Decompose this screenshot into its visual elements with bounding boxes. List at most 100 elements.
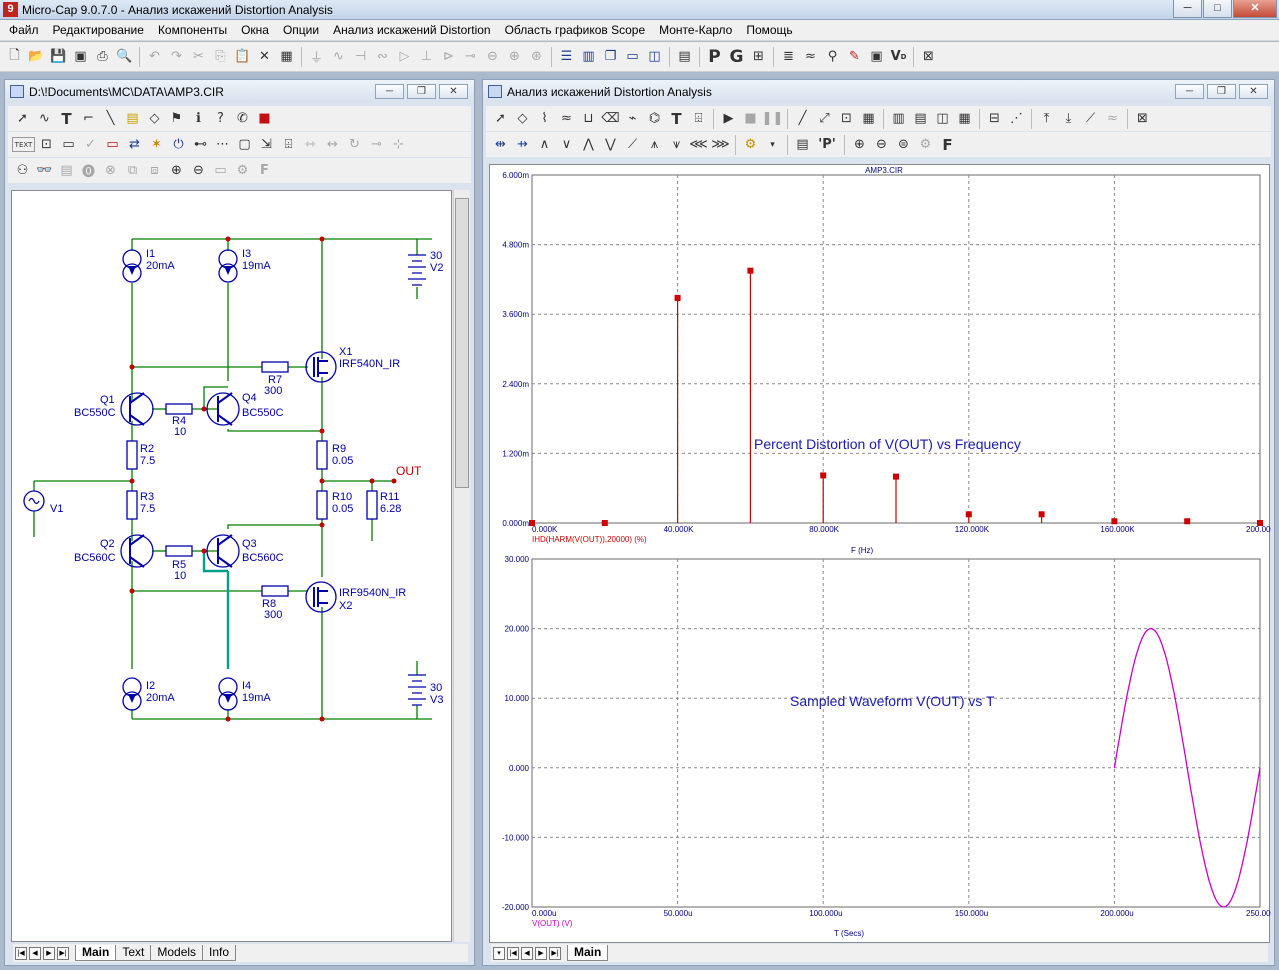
waveform-icon[interactable]: ≈ — [800, 46, 821, 67]
waveform-icon[interactable]: ≈ — [556, 108, 577, 129]
cursor-icon[interactable]: ⇲ — [256, 134, 277, 155]
slope-icon[interactable]: ⟋ — [1080, 108, 1101, 129]
ground-icon[interactable]: ⏚ — [306, 46, 327, 67]
power-display-icon[interactable]: ✓ — [80, 134, 101, 155]
scroll-down-button[interactable]: ▾ — [493, 946, 505, 960]
last-page-button[interactable]: ▶| — [57, 946, 69, 960]
bus-icon[interactable]: ▤ — [122, 108, 143, 129]
probe-p-icon[interactable]: 'P' — [814, 134, 840, 155]
schematic-canvas[interactable]: I1 20mA I3 19mA 30 V2 X1 IRF540N_IR R7 3… — [11, 190, 452, 942]
analysis-minimize-button[interactable]: ─ — [1175, 84, 1204, 99]
property-p-icon[interactable]: P — [704, 46, 725, 67]
current-direction-icon[interactable]: ⇄ — [124, 134, 145, 155]
menu-distortion[interactable]: Анализ искажений Distortion — [326, 23, 498, 37]
graphics-icon[interactable]: ◇ — [144, 108, 165, 129]
font-icon[interactable]: F — [254, 160, 275, 181]
menu-scope[interactable]: Область графиков Scope — [498, 23, 653, 37]
token-icon[interactable]: ⋰ — [1006, 108, 1027, 129]
current-source-icon[interactable]: ⊛ — [526, 46, 547, 67]
inflection-icon[interactable]: ⋘ — [688, 134, 709, 155]
diode-icon[interactable]: ▷ — [394, 46, 415, 67]
print-icon[interactable]: ⎙ — [92, 46, 113, 67]
next-page-button[interactable]: ▶ — [535, 946, 547, 960]
pause-icon[interactable]: ❚❚ — [762, 108, 784, 129]
delete-icon[interactable]: ✕ — [254, 46, 275, 67]
pin-marker-icon[interactable]: ⊷ — [190, 134, 211, 155]
zoom-region-icon[interactable]: ⊜ — [893, 134, 914, 155]
high-find-icon[interactable]: ⩚ — [644, 134, 665, 155]
prev-page-button[interactable]: ◀ — [521, 946, 533, 960]
wire-icon[interactable]: ∿ — [34, 108, 55, 129]
pen-icon[interactable]: ✎ — [844, 46, 865, 67]
global-high-icon[interactable]: ⋙ — [710, 134, 731, 155]
select-arrow-icon[interactable]: ➚ — [490, 108, 511, 129]
step-icon[interactable]: ⊸ — [366, 134, 387, 155]
graphics-icon[interactable]: ◇ — [512, 108, 533, 129]
cursor-right-icon[interactable]: ⇸ — [512, 134, 533, 155]
first-page-button[interactable]: |◀ — [15, 946, 27, 960]
animate-icon[interactable]: ⊠ — [1132, 108, 1153, 129]
transistor-icon[interactable]: ⊳ — [438, 46, 459, 67]
horizontal-tag-icon[interactable]: ⌁ — [622, 108, 643, 129]
stepping-icon[interactable]: ⚙ — [740, 134, 761, 155]
prev-page-button[interactable]: ◀ — [29, 946, 41, 960]
stop-icon[interactable]: ■ — [254, 108, 275, 129]
valley-icon[interactable]: ⤓ — [1058, 108, 1079, 129]
tab-main[interactable]: Main — [567, 945, 609, 961]
dropdown-arrow-icon[interactable]: ▾ — [762, 134, 783, 155]
valley-find-icon[interactable]: ∨ — [556, 134, 577, 155]
zoom-in-icon[interactable]: ⊕ — [849, 134, 870, 155]
find-icon[interactable]: ⚇ — [12, 160, 33, 181]
properties-icon[interactable]: ⌹ — [278, 134, 299, 155]
cursor-left-icon[interactable]: ⇹ — [490, 134, 511, 155]
menu-monte-carlo[interactable]: Монте-Карло — [652, 23, 739, 37]
rotate-icon[interactable]: ↻ — [344, 134, 365, 155]
border-icon[interactable]: ▢ — [234, 134, 255, 155]
voltage-source-icon[interactable]: ⊕ — [504, 46, 525, 67]
next-page-button[interactable]: ▶ — [43, 946, 55, 960]
grid-icon[interactable]: ▦ — [858, 108, 879, 129]
text-tool-icon[interactable]: T — [56, 108, 77, 129]
linear-scale-icon[interactable]: ╱ — [792, 108, 813, 129]
grid-icon[interactable]: ⋯ — [212, 134, 233, 155]
save-icon[interactable]: 💾 — [48, 46, 69, 67]
resistor-icon[interactable]: ∿ — [328, 46, 349, 67]
voltage-drop-icon[interactable]: VD — [888, 46, 909, 67]
vertical-tag-icon[interactable]: ⌬ — [644, 108, 665, 129]
tile-horizontal-icon[interactable]: ☰ — [556, 46, 577, 67]
high-icon[interactable]: ≈ — [1102, 108, 1123, 129]
gear-icon[interactable]: ⚙ — [915, 134, 936, 155]
binoculars-icon[interactable]: 👓 — [34, 160, 55, 181]
redo-icon[interactable]: ↷ — [166, 46, 187, 67]
switch-icon[interactable]: ⊸ — [460, 46, 481, 67]
properties-icon[interactable]: ⌹ — [688, 108, 709, 129]
tile-vertical-icon[interactable]: ▥ — [578, 46, 599, 67]
group-icon[interactable]: ⧉ — [122, 160, 143, 181]
cut-icon[interactable]: ✂ — [188, 46, 209, 67]
window-icon[interactable]: ▭ — [622, 46, 643, 67]
undo-icon[interactable]: ↶ — [144, 46, 165, 67]
probe-icon[interactable]: ⚲ — [822, 46, 843, 67]
menu-windows[interactable]: Окна — [234, 23, 276, 37]
first-page-button[interactable]: |◀ — [507, 946, 519, 960]
schematic-minimize-button[interactable]: ─ — [375, 84, 404, 99]
capacitor-icon[interactable]: ⊣ — [350, 46, 371, 67]
calculator-icon[interactable]: ▤ — [674, 46, 695, 67]
menu-options[interactable]: Опции — [276, 23, 326, 37]
alert-icon[interactable]: ⓿ — [78, 160, 99, 181]
point-help-icon[interactable]: ✆ — [232, 108, 253, 129]
info-icon[interactable]: ℹ — [188, 108, 209, 129]
netlist-icon[interactable]: ≣ — [778, 46, 799, 67]
inductor-icon[interactable]: ∾ — [372, 46, 393, 67]
next-peak-icon[interactable]: ⋀ — [578, 134, 599, 155]
source-icon[interactable]: ⊖ — [482, 46, 503, 67]
bold-grid-icon[interactable]: ▥ — [888, 108, 909, 129]
font-icon[interactable]: F — [937, 134, 958, 155]
ungroup-icon[interactable]: ⧈ — [144, 160, 165, 181]
maximize-button[interactable]: □ — [1203, 0, 1232, 18]
data-points-icon[interactable]: ⊡ — [836, 108, 857, 129]
log-scale-icon[interactable]: ⤢ — [814, 108, 835, 129]
schematic-restore-button[interactable]: ❐ — [407, 84, 436, 99]
select-arrow-icon[interactable]: ➚ — [12, 108, 33, 129]
print-preview-icon[interactable]: 🔍 — [114, 46, 135, 67]
